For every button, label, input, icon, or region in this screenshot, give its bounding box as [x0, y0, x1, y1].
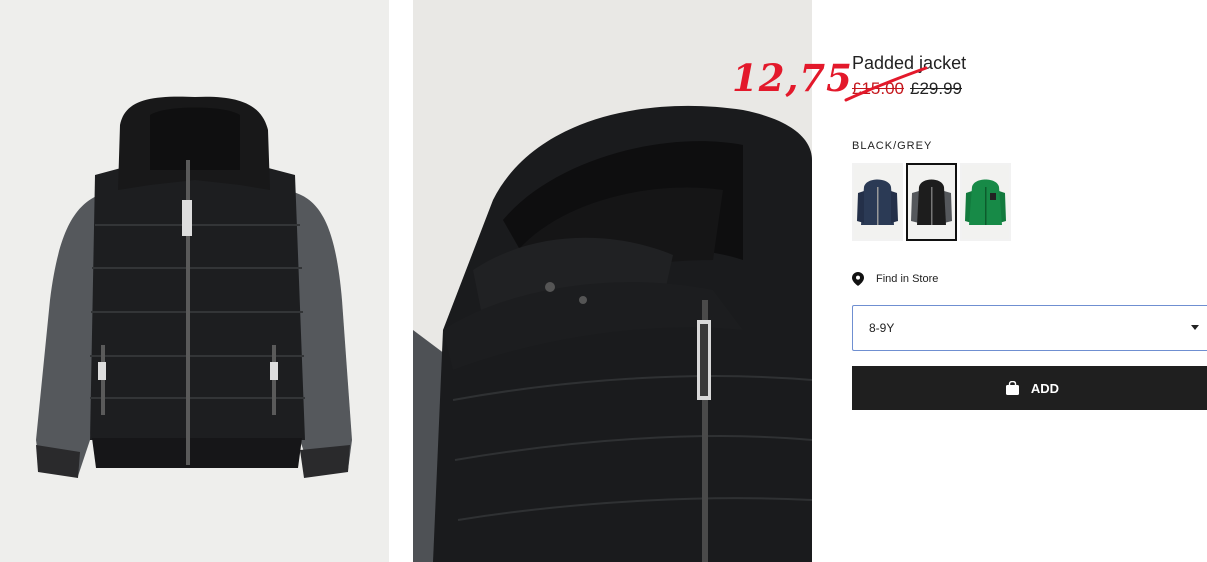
find-in-store-label: Find in Store: [876, 273, 939, 285]
jacket-front-illustration: [0, 0, 389, 562]
color-swatches: [852, 163, 1011, 241]
add-button-label: ADD: [1030, 380, 1060, 396]
size-select-value: 8-9Y: [869, 321, 895, 335]
swatch-navy-image: [854, 165, 901, 239]
find-in-store-link[interactable]: Find in Store: [852, 272, 938, 286]
swatch-black-grey[interactable]: [906, 163, 957, 241]
add-to-bag-button[interactable]: ADD: [852, 366, 1207, 410]
swatch-black-grey-image: [908, 165, 955, 239]
sale-price: £15.00: [852, 79, 904, 98]
chevron-down-icon: [1191, 325, 1199, 330]
product-title: Padded jacket: [852, 53, 967, 73]
location-pin-icon: [852, 272, 864, 286]
color-label: BLACK/GREY: [852, 140, 933, 152]
shopping-bag-icon: [1005, 381, 1019, 395]
original-price: £29.99: [910, 79, 962, 98]
swatch-green[interactable]: [960, 163, 1011, 241]
swatch-navy[interactable]: [852, 163, 903, 241]
product-image-front[interactable]: [0, 0, 389, 562]
handwritten-price-annotation: 12,75: [732, 56, 853, 100]
size-select[interactable]: 8-9Y: [852, 305, 1207, 351]
price-row: £15.00 £29.99: [852, 79, 962, 99]
swatch-green-image: [962, 165, 1009, 239]
